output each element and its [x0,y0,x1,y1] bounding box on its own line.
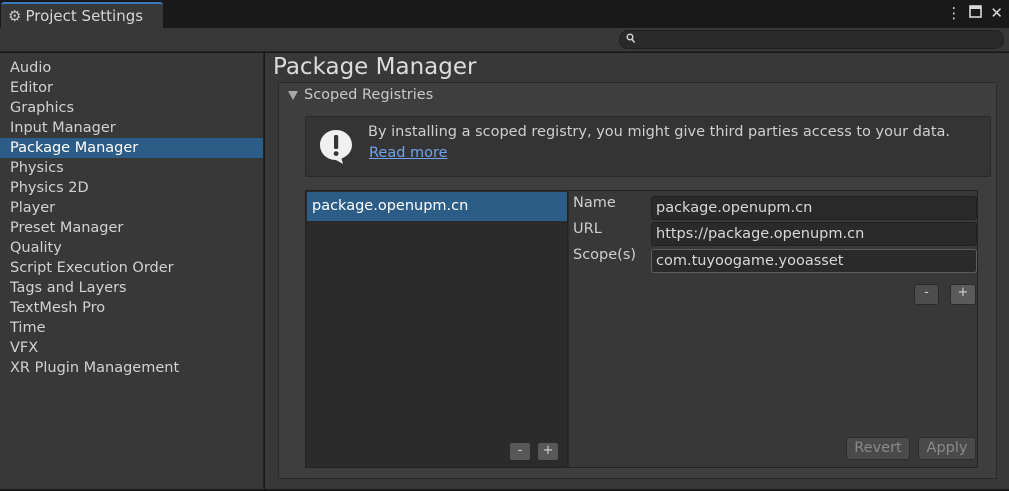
add-scope-button[interactable]: + [950,284,976,305]
sidebar-item-graphics[interactable]: Graphics [0,98,263,118]
scoped-registries-foldout[interactable]: Scoped Registries [288,87,433,103]
url-label: URL [573,221,602,237]
maximize-icon[interactable] [969,4,983,22]
kebab-menu-icon[interactable]: ⋮ [946,4,961,22]
scopes-label: Scope(s) [573,247,637,263]
url-field[interactable]: https://package.openupm.cn [651,222,977,246]
revert-button[interactable]: Revert [846,437,910,460]
sidebar-item-script-execution-order[interactable]: Script Execution Order [0,258,263,278]
warning-helpbox: By installing a scoped registry, you mig… [305,116,991,177]
sidebar-item-preset-manager[interactable]: Preset Manager [0,218,263,238]
search-icon [626,33,636,47]
sidebar-item-vfx[interactable]: VFX [0,338,263,358]
section-title: Scoped Registries [304,87,434,103]
remove-scope-button[interactable]: - [914,284,939,305]
project-settings-tab[interactable]: ⚙ Project Settings [1,2,163,28]
help-message: By installing a scoped registry, you mig… [368,124,951,140]
remove-registry-button[interactable]: - [509,442,531,461]
sidebar-item-audio[interactable]: Audio [0,58,263,78]
window-controls: ⋮ ✕ [946,4,1003,22]
page-title: Package Manager [273,54,477,80]
sidebar-item-tags-and-layers[interactable]: Tags and Layers [0,278,263,298]
warning-icon [320,130,352,164]
sidebar-item-package-manager[interactable]: Package Manager [0,138,263,158]
sidebar-item-textmesh-pro[interactable]: TextMesh Pro [0,298,263,318]
sidebar-list: Audio Editor Graphics Input Manager Package … [0,58,263,378]
registry-details: Name package.openupm.cn URL https://pack… [569,191,977,467]
read-more-link[interactable]: Read more [369,145,448,161]
name-label: Name [573,195,616,211]
sidebar-item-player[interactable]: Player [0,198,263,218]
search-input[interactable] [619,30,1004,49]
sidebar-item-physics-2d[interactable]: Physics 2D [0,178,263,198]
registry-list-item[interactable]: package.openupm.cn [307,192,567,221]
apply-button[interactable]: Apply [918,437,976,460]
name-field[interactable]: package.openupm.cn [651,196,977,220]
add-registry-button[interactable]: + [537,442,559,461]
gear-icon: ⚙ [8,6,22,25]
registries-panel: package.openupm.cn - + Name package.open… [305,190,978,468]
sidebar-item-time[interactable]: Time [0,318,263,338]
sidebar-item-input-manager[interactable]: Input Manager [0,118,263,138]
foldout-arrow-icon [288,90,298,100]
scopes-field[interactable]: com.tuyoogame.yooasset [651,249,977,273]
sidebar-item-xr-plugin-management[interactable]: XR Plugin Management [0,358,263,378]
sidebar-item-quality[interactable]: Quality [0,238,263,258]
sidebar-item-editor[interactable]: Editor [0,78,263,98]
registry-list: package.openupm.cn - + [306,191,568,467]
sidebar-item-physics[interactable]: Physics [0,158,263,178]
main-panel: Package Manager Scoped Registries By ins… [265,53,1009,489]
sidebar: Audio Editor Graphics Input Manager Package … [0,53,264,489]
tab-title: Project Settings [25,7,144,25]
scoped-registries-section: Scoped Registries By installing a scoped… [278,82,997,479]
title-bar: ⚙ Project Settings ⋮ ✕ [0,0,1009,28]
close-icon[interactable]: ✕ [990,4,1003,22]
toolbar [0,28,1009,52]
